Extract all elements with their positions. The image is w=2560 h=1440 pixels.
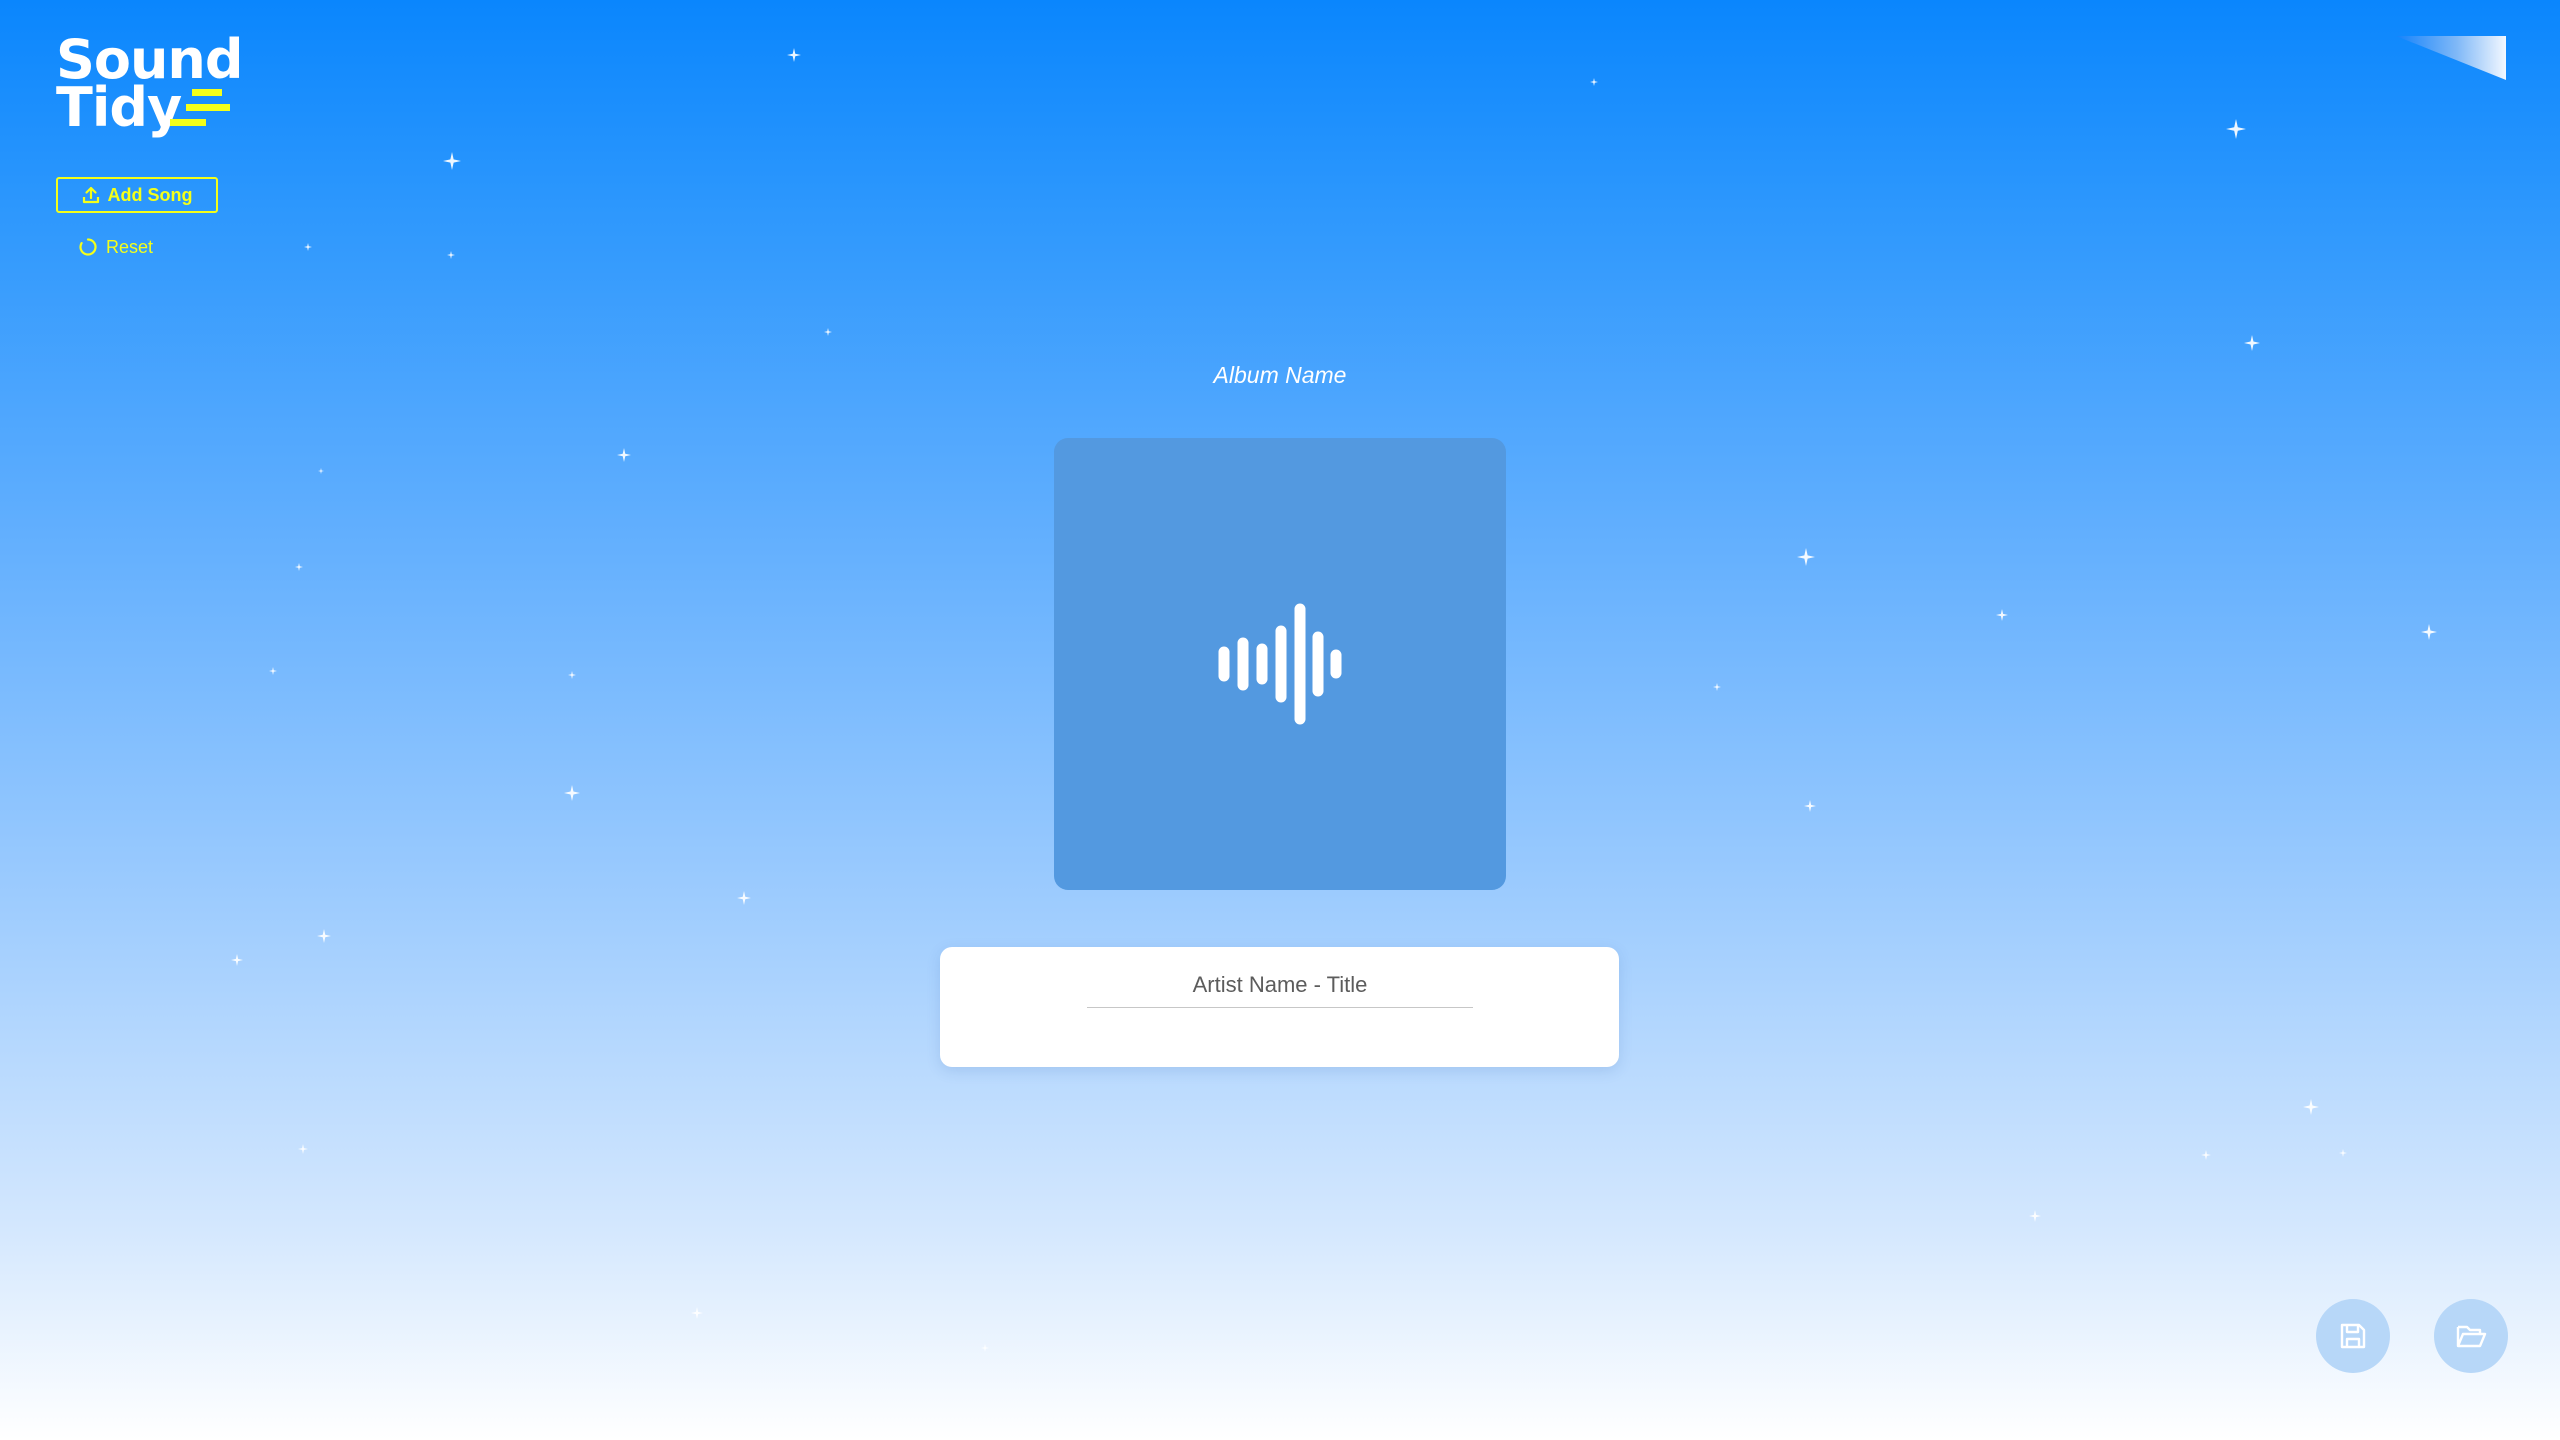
open-button[interactable] [2434,1299,2508,1373]
star-icon [691,1307,703,1319]
star-icon [568,671,576,679]
star-icon [295,563,303,571]
star-icon [787,48,801,62]
star-icon [2226,119,2246,139]
star-icon [317,929,331,943]
star-icon [2244,335,2260,351]
star-icon [1590,78,1598,86]
reset-label: Reset [106,236,154,257]
star-icon [231,954,243,966]
star-icon [564,785,580,801]
star-icon [617,448,631,462]
star-icon [2303,1099,2319,1115]
folder-open-icon [2456,1325,2487,1348]
star-icon [824,328,832,336]
page-curl-icon[interactable] [2396,36,2506,80]
star-icon [2029,1210,2041,1222]
star-icon [1996,609,2008,621]
star-icon [269,667,277,675]
star-icon [318,468,324,474]
album-art[interactable] [1054,438,1506,890]
star-icon [298,1144,308,1154]
reset-button[interactable]: Reset [78,234,153,260]
star-icon [1804,800,1816,812]
add-song-label: Add Song [107,184,193,205]
save-icon [2340,1323,2366,1349]
star-icon [1713,683,1721,691]
upload-icon [82,186,99,204]
star-icon [1797,548,1815,566]
save-button[interactable] [2316,1299,2390,1373]
star-icon [304,243,312,251]
sound-wave-icon [1218,603,1342,725]
star-icon [447,251,455,259]
album-name-field[interactable]: Album Name [0,362,2560,389]
reset-icon [79,238,97,256]
star-icon [981,1344,989,1352]
track-card [940,947,1619,1067]
track-title-input[interactable] [1087,963,1473,1008]
add-song-button[interactable]: Add Song [56,177,218,213]
logo-bars-icon [170,89,230,131]
star-icon [2339,1149,2347,1157]
star-icon [2201,1150,2211,1160]
star-icon [443,152,461,170]
logo: Sound Tidy [56,33,244,135]
star-icon [737,891,751,905]
star-icon [2421,624,2437,640]
